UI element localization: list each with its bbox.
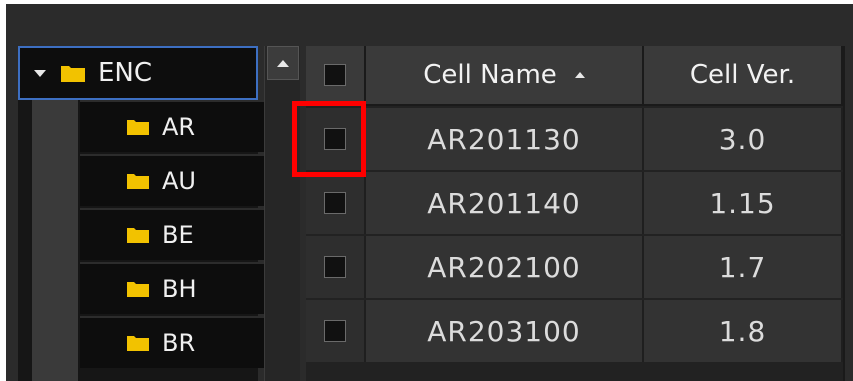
table-row[interactable]: AR202100 1.7 <box>306 236 853 298</box>
folder-icon <box>127 336 149 351</box>
tree-item-br[interactable]: BR <box>80 316 272 368</box>
tree-root-label: ENC <box>98 58 153 88</box>
tree-item-label: AU <box>162 167 196 195</box>
folder-icon <box>127 228 149 243</box>
tree-item-label: BE <box>162 221 194 249</box>
screen: ENC AR AU BE BH BR Cell Name Cell Ver. A… <box>0 0 853 381</box>
cell-version[interactable]: 1.15 <box>644 172 843 234</box>
tree-root-enc[interactable]: ENC <box>18 46 258 100</box>
cell-name[interactable]: AR201130 <box>366 108 644 170</box>
row-select-cell[interactable] <box>306 236 366 298</box>
cell-name[interactable]: AR203100 <box>366 300 644 362</box>
folder-icon <box>127 120 149 135</box>
folder-icon <box>61 66 85 82</box>
header-cell-name[interactable]: Cell Name <box>366 46 644 106</box>
row-select-cell[interactable] <box>306 172 366 234</box>
cell-table: Cell Name Cell Ver. AR201130 3.0 AR20114… <box>306 46 853 381</box>
row-select-cell[interactable] <box>306 300 366 362</box>
scroll-up-button[interactable] <box>267 46 299 80</box>
folder-tree: ENC AR AU BE BH BR <box>18 46 272 381</box>
row-checkbox[interactable] <box>324 192 346 214</box>
cell-name[interactable]: AR201140 <box>366 172 644 234</box>
next-column-edge <box>843 46 853 381</box>
cell-version[interactable]: 1.8 <box>644 300 843 362</box>
tree-scrollbar[interactable] <box>264 46 300 381</box>
folder-icon <box>127 174 149 189</box>
row-checkbox[interactable] <box>324 256 346 278</box>
select-all-header[interactable] <box>306 46 366 106</box>
select-all-checkbox[interactable] <box>324 64 346 86</box>
table-row[interactable]: AR203100 1.8 <box>306 300 853 362</box>
table-row[interactable]: AR201130 3.0 <box>306 108 853 170</box>
header-cell-ver[interactable]: Cell Ver. <box>644 46 843 106</box>
tree-item-label: BR <box>162 329 196 357</box>
cell-version[interactable]: 1.7 <box>644 236 843 298</box>
table-row[interactable]: AR201140 1.15 <box>306 172 853 234</box>
caret-down-icon[interactable] <box>34 69 46 77</box>
tree-indent-guide <box>32 100 78 381</box>
tree-item-label: AR <box>162 113 196 141</box>
tree-item-ar[interactable]: AR <box>80 100 272 152</box>
folder-icon <box>127 282 149 297</box>
highlight-box <box>292 101 366 177</box>
cell-name[interactable]: AR202100 <box>366 236 644 298</box>
tree-item-label: BH <box>162 275 197 303</box>
sort-ascending-icon <box>574 72 585 78</box>
tree-item-be[interactable]: BE <box>80 208 272 260</box>
arrow-up-icon <box>277 59 289 67</box>
header-cell-ver-label: Cell Ver. <box>689 60 796 90</box>
tree-item-au[interactable]: AU <box>80 154 272 206</box>
cell-version[interactable]: 3.0 <box>644 108 843 170</box>
row-checkbox[interactable] <box>324 320 346 342</box>
tree-item-bh[interactable]: BH <box>80 262 272 314</box>
header-cell-name-label: Cell Name <box>423 60 557 90</box>
